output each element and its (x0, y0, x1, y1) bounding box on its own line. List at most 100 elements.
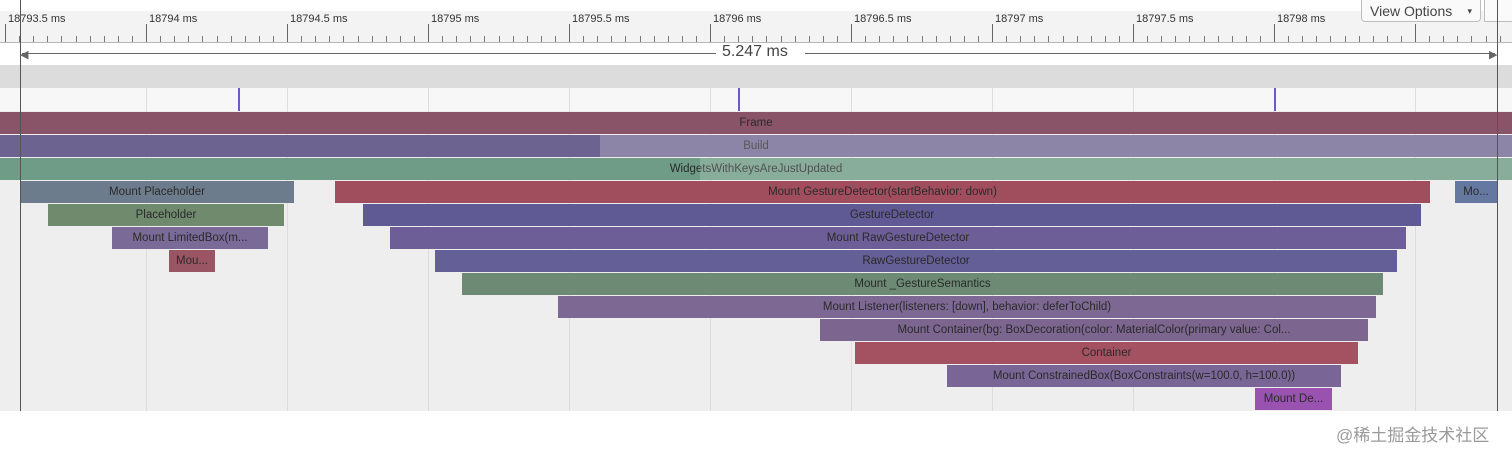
ruler-minor-tick (1288, 36, 1289, 42)
flame-bar[interactable]: Container (855, 342, 1358, 364)
ruler-minor-tick (1161, 36, 1162, 42)
ruler-minor-tick (597, 36, 598, 42)
ruler-minor-tick (499, 36, 500, 42)
flame-bar[interactable]: GestureDetector (363, 204, 1421, 226)
flame-bar[interactable]: Mou... (169, 250, 215, 272)
ruler-minor-tick (1048, 36, 1049, 42)
ruler-minor-tick (781, 36, 782, 42)
ruler-minor-tick (1063, 36, 1064, 42)
ruler-minor-tick (414, 36, 415, 42)
ruler-tick-label: 18795 ms (431, 13, 480, 25)
frame-marker[interactable] (1274, 88, 1276, 111)
ruler-minor-tick (1119, 36, 1120, 42)
ruler-minor-tick (315, 36, 316, 42)
flame-bar[interactable]: Mo... (1455, 181, 1497, 203)
ruler-minor-tick (640, 36, 641, 42)
ruler-minor-tick (76, 36, 77, 42)
selection-edge-right[interactable] (1497, 0, 1498, 443)
flame-bar[interactable]: Mount RawGestureDetector (390, 227, 1406, 249)
view-options-label: View Options (1370, 3, 1453, 19)
ruler-minor-tick (738, 36, 739, 42)
ruler-minor-tick (1077, 36, 1078, 42)
ruler-minor-tick (1006, 36, 1007, 42)
selection-duration: 5.247 ms (716, 43, 794, 61)
ruler-minor-tick (301, 36, 302, 42)
ruler-minor-tick (668, 36, 669, 42)
ruler-minor-tick (654, 36, 655, 42)
selection-edge-left[interactable] (20, 0, 21, 443)
ruler-minor-tick (61, 36, 62, 42)
ruler-tick-label: 18794.5 ms (290, 13, 348, 25)
ruler-minor-tick (1330, 36, 1331, 42)
timeline-flame-chart: 18793.5 ms 18794 ms 18794.5 ms 18795 ms 1879… (0, 0, 1512, 456)
bottom-area (0, 411, 1512, 456)
ruler-major-tick (1133, 24, 1134, 42)
ruler-major-tick (1274, 24, 1275, 42)
frame-marker[interactable] (238, 88, 240, 111)
ruler-major-tick (710, 24, 711, 42)
ruler-minor-tick (611, 36, 612, 42)
flame-bar[interactable]: Placeholder (48, 204, 284, 226)
ruler-minor-tick (484, 36, 485, 42)
ruler-minor-tick (1246, 36, 1247, 42)
ruler-minor-tick (922, 36, 923, 42)
ruler-tick-label: 18793.5 ms (8, 13, 66, 25)
ruler-minor-tick (1105, 36, 1106, 42)
ruler-minor-tick (1147, 36, 1148, 42)
ruler-minor-tick (1486, 36, 1487, 42)
ruler-minor-tick (964, 36, 965, 42)
ruler-minor-tick (724, 36, 725, 42)
frame-marker[interactable] (738, 88, 740, 111)
ruler-major-tick (428, 24, 429, 42)
ruler-tick-label: 18798 ms (1277, 13, 1326, 25)
flame-bar[interactable]: Mount De... (1255, 388, 1332, 410)
ruler-minor-tick (1500, 36, 1501, 42)
flame-bar[interactable]: Mount GestureDetector(startBehavior: dow… (335, 181, 1430, 203)
ruler-minor-tick (809, 36, 810, 42)
flame-bar[interactable]: Mount LimitedBox(m... (112, 227, 268, 249)
ruler-minor-tick (1373, 36, 1374, 42)
ruler-minor-tick (372, 36, 373, 42)
flame-bar[interactable]: Mount ConstrainedBox(BoxConstraints(w=10… (947, 365, 1341, 387)
flame-bar[interactable]: Mount _GestureSemantics (462, 273, 1383, 295)
watermark: @稀土掘金技术社区 (1336, 426, 1490, 445)
ruler-minor-tick (1443, 36, 1444, 42)
ruler-minor-tick (231, 36, 232, 42)
ruler-minor-tick (1091, 36, 1092, 42)
flame-bar[interactable]: Frame (0, 112, 1512, 134)
ruler-minor-tick (1401, 36, 1402, 42)
ruler-minor-tick (174, 36, 175, 42)
flame-bar[interactable]: Build (0, 135, 1512, 157)
ruler-minor-tick (978, 36, 979, 42)
ruler-minor-tick (245, 36, 246, 42)
flame-bar[interactable]: WidgetsWithKeysAreJustUpdated (0, 158, 1512, 180)
ruler-minor-tick (1232, 36, 1233, 42)
ruler-minor-tick (1471, 36, 1472, 42)
range-arrow-left-icon: ◀ (20, 49, 29, 61)
ruler-minor-tick (823, 36, 824, 42)
ruler-major-tick (5, 24, 6, 42)
ruler-major-tick (992, 24, 993, 42)
flame-bar[interactable]: Mount Listener(listeners: [down], behavi… (558, 296, 1376, 318)
ruler-minor-tick (1175, 36, 1176, 42)
ruler-minor-tick (625, 36, 626, 42)
flame-bar[interactable]: Mount Container(bg: BoxDecoration(color:… (820, 319, 1368, 341)
ruler-major-tick (1415, 24, 1416, 42)
ruler-minor-tick (132, 36, 133, 42)
flame-bar[interactable]: Mount Placeholder (20, 181, 294, 203)
flame-bar[interactable]: RawGestureDetector (435, 250, 1397, 272)
ruler-minor-tick (682, 36, 683, 42)
frame-markers-row (0, 88, 1512, 111)
ruler-tick-label: 18794 ms (149, 13, 198, 25)
ruler-minor-tick (442, 36, 443, 42)
ruler-minor-tick (837, 36, 838, 42)
ruler-minor-tick (90, 36, 91, 42)
ruler-minor-tick (118, 36, 119, 42)
toolbar-button-edge[interactable] (1484, 0, 1512, 22)
ruler-minor-tick (259, 36, 260, 42)
overview-band (0, 65, 1512, 88)
ruler-minor-tick (329, 36, 330, 42)
view-options-dropdown[interactable]: View Options ▾ (1361, 0, 1481, 22)
ruler-minor-tick (696, 36, 697, 42)
ruler-minor-tick (400, 36, 401, 42)
